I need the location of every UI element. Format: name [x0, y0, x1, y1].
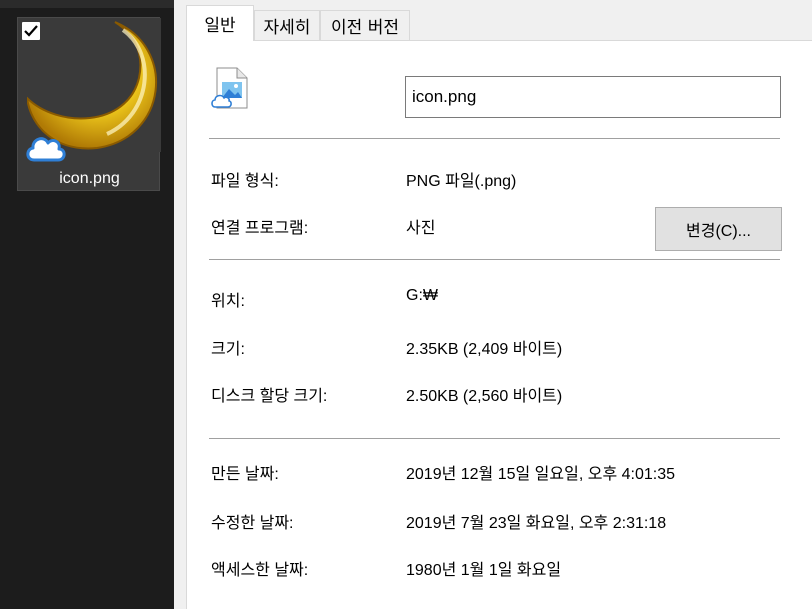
- checkbox-check-icon[interactable]: [22, 22, 40, 40]
- accessed-label: 액세스한 날짜:: [211, 562, 309, 579]
- image-file-icon: [211, 67, 251, 111]
- tab-strip: 일반 자세히 이전 버전: [174, 0, 812, 41]
- opens-with-value: 사진: [406, 220, 436, 237]
- accessed-value: 1980년 1월 1일 화요일: [406, 562, 562, 579]
- file-name-field-value: icon.png: [412, 87, 477, 106]
- tab-details[interactable]: 자세히: [254, 10, 320, 40]
- file-name-field[interactable]: icon.png: [405, 76, 781, 118]
- opens-with-label: 연결 프로그램:: [211, 220, 309, 237]
- explorer-top-bar: [0, 0, 174, 8]
- size-label: 크기:: [211, 341, 245, 358]
- created-label: 만든 날짜:: [211, 466, 279, 483]
- size-on-disk-label: 디스크 할당 크기:: [211, 388, 328, 405]
- location-value: G:₩: [406, 287, 438, 304]
- created-value: 2019년 12월 15일 일요일, 오후 4:01:35: [406, 466, 676, 483]
- tab-general[interactable]: 일반: [186, 5, 254, 41]
- change-button[interactable]: 변경(C)...: [655, 207, 782, 251]
- file-type-label: 파일 형식:: [211, 173, 279, 190]
- file-type-value: PNG 파일(.png): [406, 173, 517, 190]
- modified-value: 2019년 7월 23일 화요일, 오후 2:31:18: [406, 515, 667, 532]
- explorer-pane: icon.png: [0, 0, 174, 609]
- general-tab-content: icon.png 파일 형식: PNG 파일(.png) 연결 프로그램: 사진…: [186, 40, 812, 609]
- file-name-label: icon.png: [59, 170, 120, 187]
- size-on-disk-value: 2.50KB (2,560 바이트): [406, 388, 563, 405]
- separator: [209, 438, 780, 439]
- file-tile[interactable]: icon.png: [17, 17, 161, 191]
- size-value: 2.35KB (2,409 바이트): [406, 341, 563, 358]
- properties-panel: 일반 자세히 이전 버전 icon.png 파일 형식: PNG 파일(.png…: [174, 0, 812, 609]
- tab-previous-versions[interactable]: 이전 버전: [320, 10, 410, 40]
- separator: [209, 138, 780, 139]
- cloud-sync-icon: [23, 130, 67, 164]
- modified-label: 수정한 날짜:: [211, 515, 294, 532]
- location-label: 위치:: [211, 293, 245, 310]
- separator: [209, 259, 780, 260]
